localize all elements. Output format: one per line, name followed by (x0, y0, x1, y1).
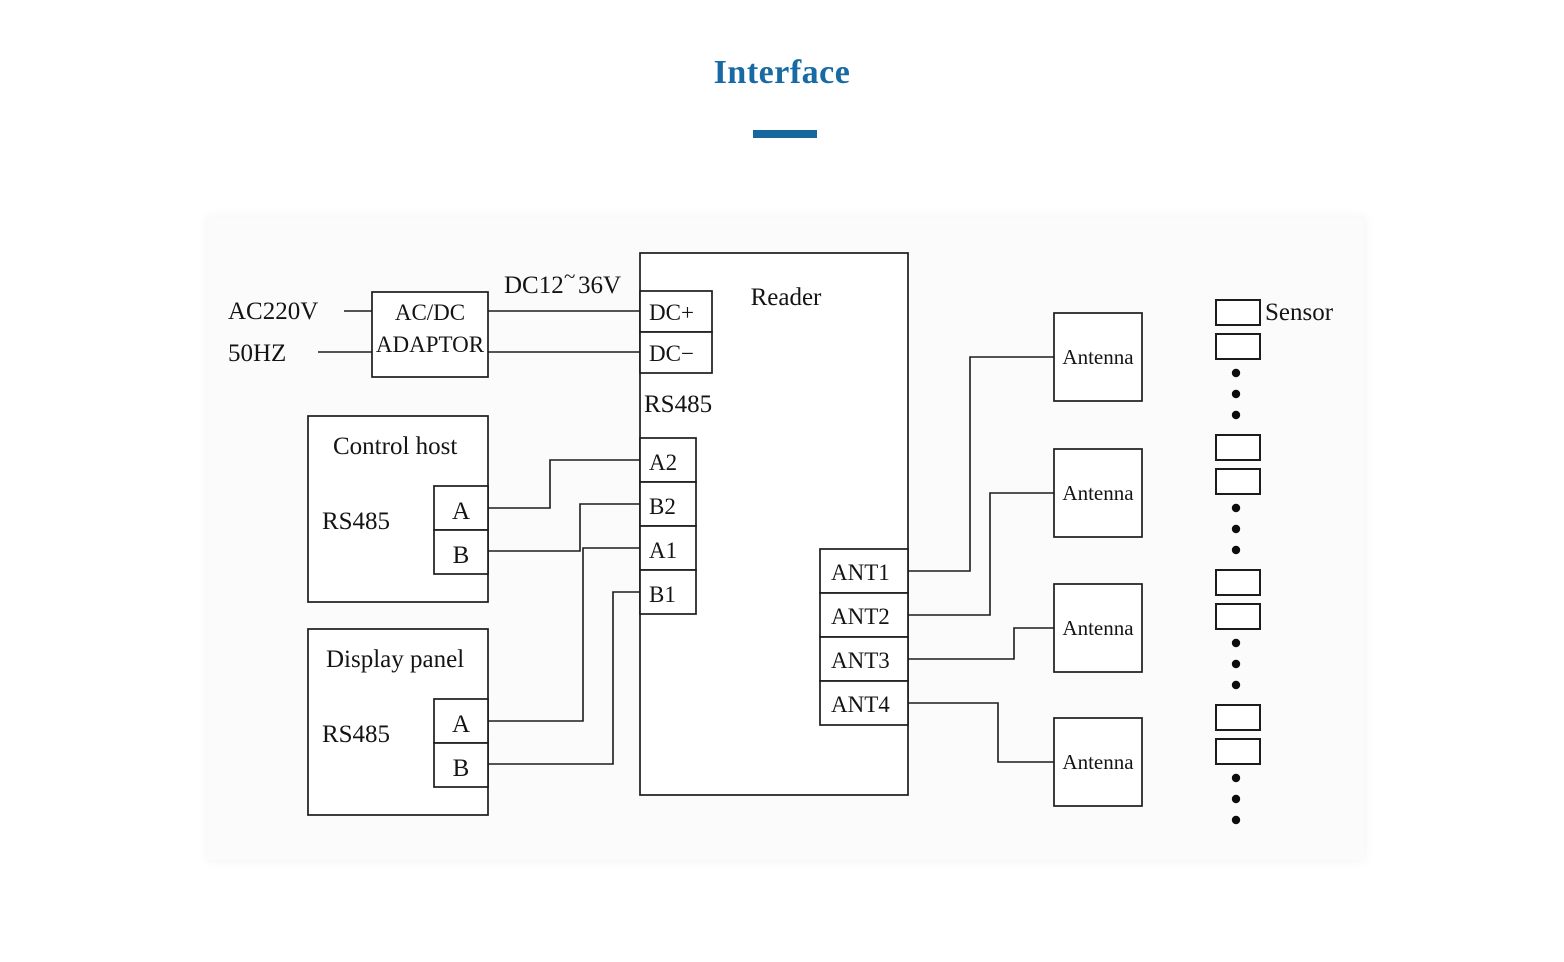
display-panel-terminal-a-label: A (452, 711, 470, 738)
page-root: Interface AC220V 50HZ AC/DC ADAPTOR DC12… (0, 0, 1564, 962)
reader-block: Reader DC+ DC− RS485 A2 B2 A1 B1 ANT1 AN… (639, 252, 909, 796)
sensor-ellipsis-dot (1231, 410, 1241, 420)
display-panel-title: Display panel (326, 646, 464, 673)
sensor-box-6 (1215, 603, 1261, 630)
wire-controlhost-b-to-b2 (488, 503, 640, 552)
interface-diagram-panel: AC220V 50HZ AC/DC ADAPTOR DC12 ~ 36V Rea… (208, 218, 1364, 860)
display-panel-rs485-label: RS485 (322, 721, 390, 748)
reader-terminal-b1-label: B1 (649, 582, 676, 607)
display-panel-block: Display panel RS485 A B (307, 628, 489, 816)
reader-terminal-ant2-label: ANT2 (831, 604, 890, 629)
reader-title: Reader (751, 284, 822, 311)
antenna-label-3: Antenna (1062, 616, 1134, 640)
wire-displaypanel-a-to-a1 (488, 547, 640, 722)
sensor-ellipsis-dot (1231, 815, 1241, 825)
wire-ant2-to-antenna2 (908, 492, 1054, 616)
reader-terminal-a2-label: A2 (649, 450, 677, 475)
sensor-ellipsis-dot (1231, 545, 1241, 555)
ac-dc-adaptor-block: AC/DC ADAPTOR (371, 291, 489, 378)
reader-terminal-dc-minus-label: DC− (649, 341, 694, 366)
sensor-ellipsis-dot (1231, 524, 1241, 534)
sensor-ellipsis-dot (1231, 680, 1241, 690)
ac-dc-adaptor-label-line2: ADAPTOR (376, 332, 485, 357)
sensor-ellipsis-dot (1231, 638, 1241, 648)
page-title: Interface (713, 54, 851, 91)
reader-terminal-ant3-label: ANT3 (831, 648, 890, 673)
sensor-ellipsis-dot (1231, 794, 1241, 804)
reader-terminal-b2-label: B2 (649, 494, 676, 519)
antenna-label-4: Antenna (1062, 750, 1134, 774)
sensor-box-3 (1215, 434, 1261, 461)
wire-ant4-to-antenna4 (908, 702, 1054, 763)
ac-dc-adaptor-label-line1: AC/DC (395, 300, 465, 325)
wire-ant3-to-antenna3 (908, 627, 1054, 660)
title-underline-accent (753, 130, 817, 138)
control-host-title: Control host (333, 433, 457, 460)
control-host-rs485-label: RS485 (322, 508, 390, 535)
reader-power-terminal-group: DC+ DC− (639, 290, 713, 374)
reader-rs485-terminal-group: A2 B2 A1 B1 (639, 437, 697, 615)
reader-terminal-ant4-label: ANT4 (831, 692, 890, 717)
sensor-box-5 (1215, 569, 1261, 596)
reader-terminal-ant1-label: ANT1 (831, 560, 890, 585)
dc-voltage-suffix: 36V (578, 272, 621, 299)
sensor-ellipsis-dot (1231, 659, 1241, 669)
sensor-box-8 (1215, 738, 1261, 765)
antenna-group: Antenna Antenna Antenna Antenna (1053, 312, 1143, 807)
sensor-box-1 (1215, 299, 1261, 326)
wire-displaypanel-b-to-b1 (488, 591, 640, 765)
sensor-box-7 (1215, 704, 1261, 731)
ac-source-frequency-label: 50HZ (228, 340, 286, 367)
sensor-box-2 (1215, 333, 1261, 360)
interface-block-diagram: AC220V 50HZ AC/DC ADAPTOR DC12 ~ 36V Rea… (228, 252, 1334, 825)
sensor-box-4 (1215, 468, 1261, 495)
reader-terminal-a1-label: A1 (649, 538, 677, 563)
reader-rs485-label: RS485 (644, 391, 712, 418)
reader-terminal-dc-plus-label: DC+ (649, 300, 694, 325)
sensor-ellipsis-dot (1231, 773, 1241, 783)
dc-voltage-tilde: ~ (564, 264, 575, 288)
dc-voltage-prefix: DC12 (504, 272, 564, 299)
antenna-label-2: Antenna (1062, 481, 1134, 505)
control-host-terminal-b-label: B (453, 542, 470, 569)
control-host-block: Control host RS485 A B (307, 415, 489, 603)
reader-antenna-terminal-group: ANT1 ANT2 ANT3 ANT4 (819, 548, 909, 726)
ac-source-voltage-label: AC220V (228, 298, 318, 325)
sensor-ellipsis-dot (1231, 503, 1241, 513)
wire-controlhost-a-to-a2 (488, 459, 640, 509)
sensor-label: Sensor (1265, 299, 1334, 326)
sensor-ellipsis-dot (1231, 389, 1241, 399)
sensor-ellipsis-dot (1231, 368, 1241, 378)
dc-output-voltage-label: DC12 ~ 36V (504, 264, 621, 299)
antenna-label-1: Antenna (1062, 345, 1134, 369)
display-panel-terminal-b-label: B (453, 755, 470, 782)
page-header: Interface (0, 0, 1564, 200)
control-host-terminal-a-label: A (452, 498, 470, 525)
wire-ant1-to-antenna1 (908, 356, 1054, 572)
sensor-column (1215, 299, 1261, 825)
